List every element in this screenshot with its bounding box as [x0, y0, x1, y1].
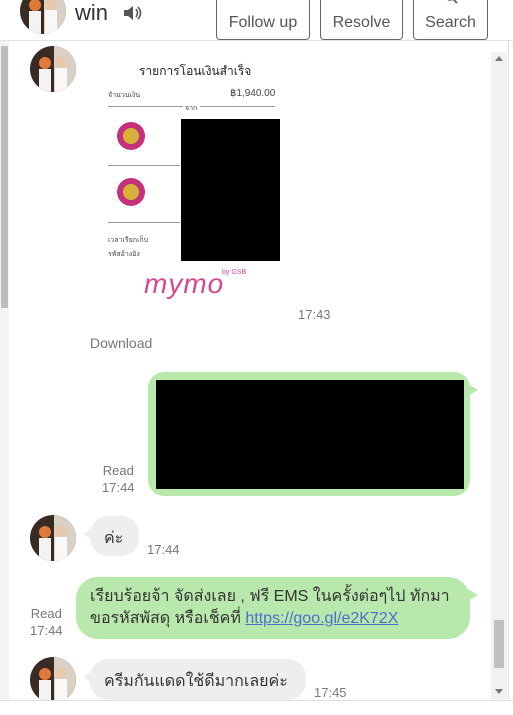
chat-scrollbar[interactable]	[491, 52, 507, 700]
download-link[interactable]: Download	[90, 335, 152, 351]
bubble-tail	[468, 384, 478, 396]
outgoing-message-bubble[interactable]: เรียบร้อยจ้า จัดส่งเลย , ฟรี EMS ในครั้ง…	[76, 577, 478, 639]
message-time: 17:44	[30, 623, 63, 638]
resolve-label: Resolve	[332, 14, 391, 31]
receipt-title: รายการโอนเงินสำเร็จ	[139, 64, 252, 78]
message-text: ครีมกันแดดใช้ดีมากเลยค่ะ	[104, 673, 288, 690]
receipt-divider	[108, 222, 180, 223]
search-button[interactable]: Search	[413, 0, 488, 40]
scroll-up-icon[interactable]	[495, 56, 503, 61]
read-label: Read	[102, 463, 134, 478]
message-time: 17:45	[314, 685, 347, 700]
bank-logo	[117, 178, 145, 206]
contact-name: win	[75, 0, 109, 25]
message-text: ค่ะ	[104, 530, 124, 547]
tracking-link[interactable]: https://goo.gl/e2K72X	[245, 610, 398, 627]
contact-avatar[interactable]	[20, 0, 66, 34]
contact-avatar[interactable]	[30, 657, 76, 703]
resolve-button[interactable]: Resolve	[320, 0, 403, 40]
contact-avatar[interactable]	[30, 46, 76, 92]
read-status: Read 17:44	[30, 605, 63, 639]
panel-divider	[508, 0, 509, 714]
follow-up-label: Follow up	[228, 14, 298, 31]
search-label: Search	[425, 14, 476, 31]
left-scrollbar-thumb[interactable]	[1, 46, 8, 308]
speaker-icon[interactable]	[122, 4, 142, 22]
mymo-logo: mymo	[144, 268, 225, 299]
bubble-tail	[83, 671, 92, 683]
bank-logo	[117, 122, 145, 150]
search-icon	[446, 0, 458, 4]
incoming-message-bubble[interactable]: ค่ะ	[83, 516, 139, 556]
mymo-logo-sub: by GSB	[222, 269, 247, 276]
message-time: 17:44	[147, 542, 180, 557]
follow-up-icon	[256, 0, 270, 4]
outgoing-image-bubble[interactable]	[148, 372, 478, 496]
receipt-from-label: จาก	[185, 105, 198, 112]
bubble-tail	[468, 589, 478, 601]
receipt-divider	[108, 165, 180, 166]
incoming-message-bubble[interactable]: ครีมกันแดดใช้ดีมากเลยค่ะ	[83, 659, 306, 700]
left-scrollbar[interactable]	[0, 40, 9, 700]
read-status: Read 17:44	[102, 462, 135, 496]
receipt-time-label: เวลาเรียกเก็บ	[108, 237, 149, 244]
receipt-amount-label: จำนวนเงิน	[108, 92, 141, 99]
message-time: 17:43	[298, 307, 331, 322]
receipt-divider	[200, 106, 275, 107]
contact-avatar[interactable]	[30, 515, 76, 561]
scroll-down-icon[interactable]	[495, 689, 503, 694]
receipt-amount: ฿1,940.00	[230, 88, 276, 99]
redacted-area	[181, 119, 280, 261]
chat-header: win Follow up Resolve Search	[0, 0, 513, 41]
chat-scrollbar-thumb[interactable]	[494, 620, 504, 668]
redacted-image	[156, 380, 464, 489]
message-time: 17:44	[102, 480, 135, 495]
resolve-icon	[355, 0, 369, 4]
bubble-tail	[83, 528, 92, 540]
composer-bar	[0, 700, 513, 715]
receipt-ref-label: รหัสอ้างอิง	[108, 251, 140, 258]
read-label: Read	[30, 606, 62, 621]
receipt-image[interactable]: รายการโอนเงินสำเร็จ จำนวนเงิน ฿1,940.00 …	[90, 48, 290, 308]
follow-up-button[interactable]: Follow up	[216, 0, 310, 40]
receipt-divider	[108, 106, 183, 107]
